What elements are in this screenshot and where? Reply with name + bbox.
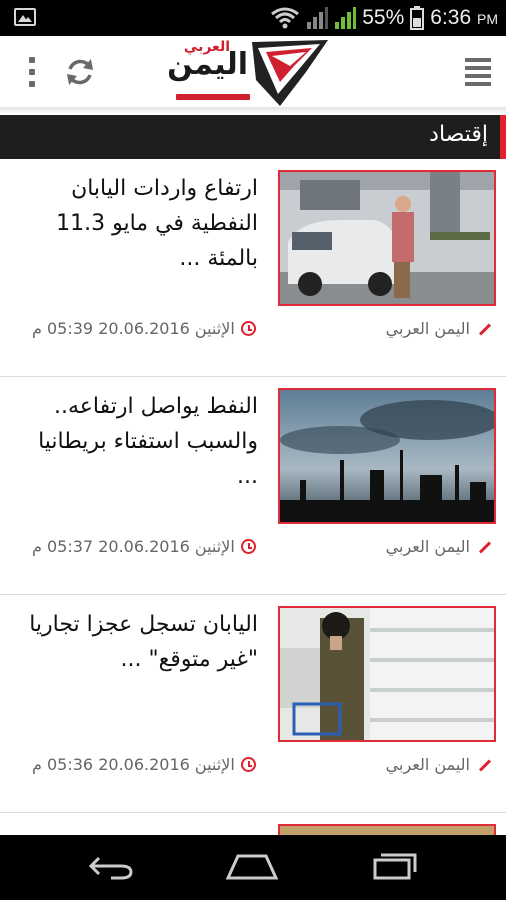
overflow-menu-button[interactable]	[10, 50, 54, 94]
system-nav-bar	[0, 835, 506, 900]
clock-time-value: 6:36	[430, 6, 472, 29]
signal-icon-2	[335, 7, 357, 29]
signal-icon	[307, 7, 329, 29]
pencil-icon	[476, 757, 492, 773]
recent-apps-icon	[373, 853, 417, 880]
article-item[interactable]: النفط يواصل ارتفاعه.. والسبب استفتاء بري…	[0, 377, 506, 595]
article-thumbnail	[278, 824, 496, 835]
article-source-label: اليمن العربي	[385, 319, 470, 338]
article-item[interactable]: ارتفاع واردات اليابان النفطية في مايو 11…	[0, 159, 506, 377]
hamburger-menu-icon	[465, 58, 491, 86]
section-header: إقتصاد	[0, 115, 506, 159]
section-accent	[500, 115, 506, 159]
article-title[interactable]: النفط يواصل ارتفاعه.. والسبب استفتاء بري…	[28, 389, 258, 494]
article-datetime: الإثنين 20.06.2016 05:39 م	[32, 319, 235, 338]
article-list: ارتفاع واردات اليابان النفطية في مايو 11…	[0, 159, 506, 813]
section-title: إقتصاد	[429, 122, 488, 147]
refresh-icon	[67, 59, 93, 85]
back-button[interactable]	[82, 845, 142, 889]
article-thumbnail	[278, 388, 496, 524]
article-title[interactable]: ارتفاع واردات اليابان النفطية في مايو 11…	[28, 171, 258, 276]
app-logo: العربي اليمن	[160, 38, 336, 108]
article-datetime: الإثنين 20.06.2016 05:37 م	[32, 537, 235, 556]
recent-apps-button[interactable]	[364, 845, 424, 889]
status-bar: 55% 6:36 PM	[0, 0, 506, 36]
article-thumbnail	[278, 170, 496, 306]
back-icon	[88, 856, 133, 880]
clock-time: 6:36 PM	[430, 6, 498, 30]
overflow-menu-icon	[29, 54, 35, 90]
article-thumbnail	[278, 606, 496, 742]
picture-icon	[14, 8, 36, 26]
pencil-icon	[476, 539, 492, 555]
clock-icon	[240, 757, 256, 772]
clock-icon	[240, 321, 256, 336]
article-time: الإثنين 20.06.2016 05:39 م	[32, 319, 256, 338]
article-source: اليمن العربي	[386, 319, 492, 338]
logo-title: اليمن	[167, 47, 248, 82]
logo-tagline-bar	[176, 94, 250, 100]
article-title[interactable]: اليابان تسجل عجزا تجاريا "غير متوقع" ...	[28, 607, 258, 677]
article-source-label: اليمن العربي	[385, 537, 470, 556]
article-source: اليمن العربي	[386, 537, 492, 556]
battery-percent: 55%	[362, 6, 405, 29]
article-datetime: الإثنين 20.06.2016 05:36 م	[32, 755, 235, 774]
refresh-button[interactable]	[58, 50, 102, 94]
article-item-partial[interactable]	[0, 813, 506, 835]
article-source: اليمن العربي	[386, 755, 492, 774]
article-source-label: اليمن العربي	[385, 755, 470, 774]
article-time: الإثنين 20.06.2016 05:37 م	[32, 537, 256, 556]
clock-ampm: PM	[477, 11, 498, 27]
pencil-icon	[476, 321, 492, 337]
clock-icon	[240, 539, 256, 554]
home-icon	[225, 854, 279, 880]
article-time: الإثنين 20.06.2016 05:36 م	[32, 755, 256, 774]
header-shadow	[0, 108, 506, 114]
battery-icon	[410, 6, 425, 30]
home-button[interactable]	[222, 845, 282, 889]
wifi-icon	[271, 7, 300, 29]
hamburger-menu-button[interactable]	[456, 50, 500, 94]
article-item[interactable]: اليابان تسجل عجزا تجاريا "غير متوقع" ...…	[0, 595, 506, 813]
